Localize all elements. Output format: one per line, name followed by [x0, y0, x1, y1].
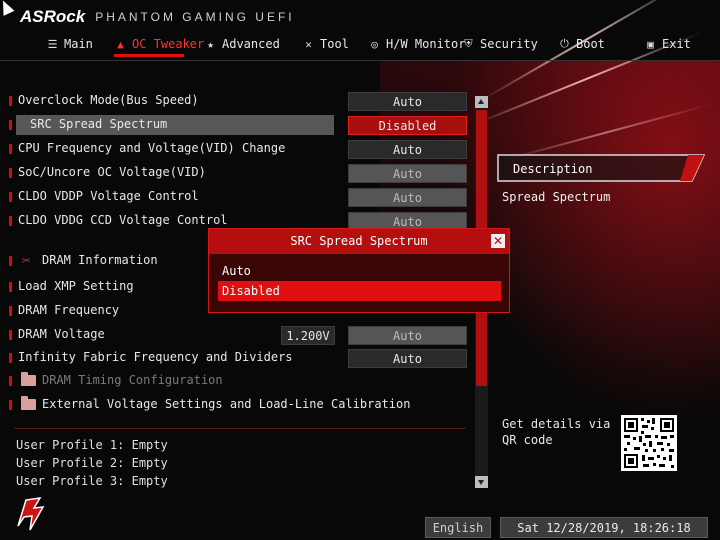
folder-icon: [21, 396, 36, 410]
qr-caption: Get details via QR code: [502, 417, 611, 447]
row-marker: [9, 376, 12, 386]
setting-label: Overclock Mode(Bus Speed): [18, 93, 199, 107]
tab-exit[interactable]: ▣ Exit: [644, 34, 691, 54]
tab-oc-tweaker-label: OC Tweaker: [132, 37, 205, 51]
row-marker: [9, 306, 12, 316]
tab-exit-label: Exit: [662, 37, 691, 51]
tab-tool[interactable]: ✕ Tool: [302, 34, 349, 54]
tab-hw-monitor-label: H/W Monitor: [386, 37, 466, 51]
tab-hw-monitor[interactable]: ◎ H/W Monitor: [368, 34, 465, 54]
user-profile-1[interactable]: User Profile 1: Empty: [16, 438, 168, 452]
tab-boot-label: Boot: [576, 37, 605, 51]
row-marker: [9, 256, 12, 266]
setting-label: CPU Frequency and Voltage(VID) Change: [18, 141, 286, 155]
setting-value[interactable]: Auto: [348, 326, 467, 345]
row-marker: [9, 282, 12, 292]
description-text: Spread Spectrum: [502, 190, 611, 204]
tab-oc-tweaker[interactable]: ▲ OC Tweaker: [114, 34, 204, 54]
row-marker: [9, 96, 12, 106]
setting-label: External Voltage Settings and Load-Line …: [42, 397, 411, 411]
row-marker: [9, 120, 12, 130]
phantom-gaming-logo: [17, 497, 45, 531]
setting-value[interactable]: Disabled: [348, 116, 467, 135]
option-auto[interactable]: Auto: [218, 261, 501, 281]
nav-divider: [0, 60, 720, 61]
monitor-icon: ◎: [371, 37, 378, 51]
setting-label: CLDO VDDP Voltage Control: [18, 189, 199, 203]
setting-label: SRC Spread Spectrum: [30, 117, 168, 131]
spread-spectrum-dialog: SRC Spread Spectrum ✕ Auto Disabled: [208, 228, 510, 313]
brand-header: ASRock PHANTOM GAMING UEFI: [20, 6, 295, 28]
setting-label: Load XMP Setting: [18, 279, 134, 293]
row-marker: [9, 330, 12, 340]
asrock-logo: ASRock: [20, 7, 86, 26]
folder-icon: [21, 372, 36, 386]
user-profile-2[interactable]: User Profile 2: Empty: [16, 456, 168, 470]
tab-tool-label: Tool: [320, 37, 349, 51]
exit-icon: ▣: [647, 37, 654, 51]
shield-icon: ⛨: [464, 37, 473, 50]
setting-external-voltage[interactable]: External Voltage Settings and Load-Line …: [0, 395, 475, 415]
scroll-up-button[interactable]: [475, 96, 488, 108]
description-title: Description: [513, 162, 593, 176]
tab-boot[interactable]: ⏻ Boot: [558, 34, 605, 54]
setting-src-spread-spectrum[interactable]: SRC Spread Spectrum Disabled: [0, 115, 475, 135]
setting-overclock-mode[interactable]: Overclock Mode(Bus Speed) Auto: [0, 91, 475, 111]
tab-security-label: Security: [480, 37, 538, 51]
setting-dram-timing[interactable]: DRAM Timing Configuration: [0, 371, 475, 391]
row-marker: [9, 353, 12, 363]
tab-advanced[interactable]: ★ Advanced: [204, 34, 280, 54]
setting-value[interactable]: Auto: [348, 349, 467, 368]
dialog-title: SRC Spread Spectrum: [290, 234, 428, 248]
close-icon[interactable]: ✕: [491, 234, 505, 248]
setting-label: CLDO VDDG CCD Voltage Control: [18, 213, 228, 227]
setting-infinity-fabric[interactable]: Infinity Fabric Frequency and Dividers A…: [0, 348, 475, 368]
tab-main-label: Main: [64, 37, 93, 51]
wrench-icon: ✕: [305, 37, 312, 51]
profile-separator: [14, 428, 466, 429]
option-disabled[interactable]: Disabled: [218, 281, 501, 301]
flame-icon: ▲: [117, 37, 124, 51]
setting-cpu-frequency[interactable]: CPU Frequency and Voltage(VID) Change Au…: [0, 139, 475, 159]
active-tab-underline: [114, 54, 184, 57]
main-navigation: ☰ Main ▲ OC Tweaker ★ Advanced ✕ Tool ◎ …: [0, 30, 720, 58]
row-marker: [9, 400, 12, 410]
setting-cldo-vddp[interactable]: CLDO VDDP Voltage Control Auto: [0, 187, 475, 207]
row-marker: [9, 168, 12, 178]
language-button[interactable]: English: [425, 517, 491, 538]
list-icon: ☰: [47, 37, 58, 51]
power-icon: ⏻: [560, 37, 569, 50]
row-marker: [9, 216, 12, 226]
mouse-cursor-icon: [0, 0, 15, 16]
scroll-down-button[interactable]: [475, 476, 488, 488]
setting-soc-uncore-voltage[interactable]: SoC/Uncore OC Voltage(VID) Auto: [0, 163, 475, 183]
setting-value[interactable]: Auto: [348, 140, 467, 159]
setting-label: DRAM Timing Configuration: [42, 373, 223, 387]
setting-label: Infinity Fabric Frequency and Dividers: [18, 350, 293, 364]
setting-label: DRAM Voltage: [18, 327, 105, 341]
row-marker: [9, 144, 12, 154]
setting-label: SoC/Uncore OC Voltage(VID): [18, 165, 206, 179]
setting-label: DRAM Information: [42, 253, 158, 267]
setting-value[interactable]: Auto: [348, 92, 467, 111]
brand-subtitle: PHANTOM GAMING UEFI: [95, 10, 295, 24]
star-icon: ★: [207, 37, 214, 51]
date-time-display: Sat 12/28/2019, 18:26:18: [500, 517, 708, 538]
tab-security[interactable]: ⛨ Security: [462, 34, 538, 54]
tab-main[interactable]: ☰ Main: [46, 34, 93, 54]
setting-value[interactable]: Auto: [348, 164, 467, 183]
setting-label: DRAM Frequency: [18, 303, 120, 317]
dram-voltage-readout: 1.200V: [281, 326, 335, 345]
row-marker: [9, 192, 12, 202]
tools-icon: ✂: [22, 253, 31, 269]
setting-dram-voltage[interactable]: DRAM Voltage 1.200V Auto: [0, 325, 475, 345]
setting-value[interactable]: Auto: [348, 188, 467, 207]
tab-advanced-label: Advanced: [222, 37, 280, 51]
qr-code-image: [621, 415, 677, 471]
user-profile-3[interactable]: User Profile 3: Empty: [16, 474, 168, 488]
